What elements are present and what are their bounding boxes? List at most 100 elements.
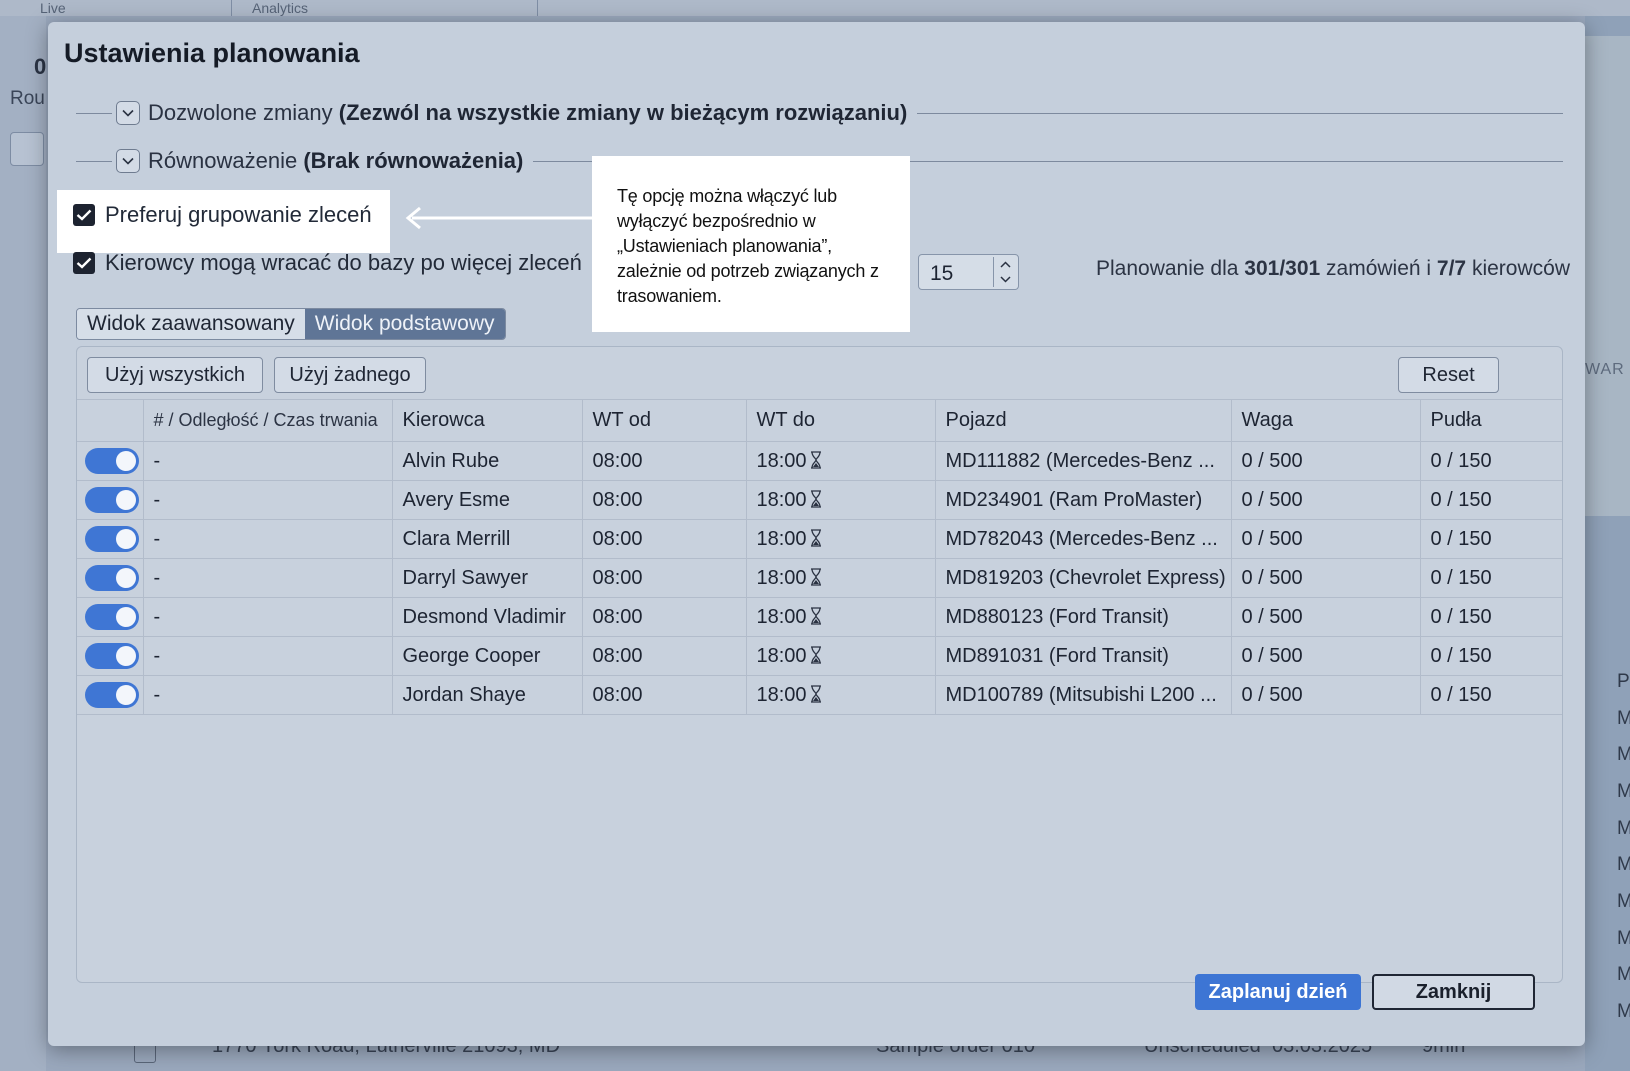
section-title: Dozwolone zmiany bbox=[148, 100, 333, 125]
plan-info-middle: zamówień i bbox=[1320, 257, 1437, 280]
boxes-cell: 0 / 150 bbox=[1419, 636, 1562, 676]
wt-to-value: 18:00 bbox=[756, 644, 807, 667]
hourglass-icon bbox=[810, 606, 821, 625]
driver-enabled-toggle[interactable] bbox=[85, 682, 139, 708]
row-toggle-cell bbox=[77, 675, 143, 715]
wt-to-value: 18:00 bbox=[756, 527, 807, 550]
background-left-panel: 0 Rou bbox=[0, 16, 46, 1071]
close-button[interactable]: Zamknij bbox=[1372, 974, 1535, 1010]
table-row: - Desmond Vladimir 08:00 18:00 MD880123 … bbox=[77, 597, 1562, 637]
wt-to-cell: 18:00 bbox=[745, 519, 935, 559]
plan-day-button[interactable]: Zaplanuj dzień bbox=[1195, 974, 1361, 1010]
row-toggle-cell bbox=[77, 519, 143, 559]
row-toggle-cell bbox=[77, 558, 143, 598]
driver-cell: Clara Merrill bbox=[391, 519, 582, 559]
vehicle-cell: MD782043 (Mercedes-Benz ... bbox=[934, 519, 1231, 559]
table-row: - George Cooper 08:00 18:00 MD891031 (Fo… bbox=[77, 636, 1562, 676]
toggle-knob bbox=[116, 685, 136, 705]
row-toggle-cell bbox=[77, 636, 143, 676]
column-header-driver[interactable]: Kierowca bbox=[391, 399, 582, 442]
wt-to-value: 18:00 bbox=[756, 566, 807, 589]
chevron-down-icon[interactable] bbox=[116, 101, 140, 125]
wt-to-value: 18:00 bbox=[756, 683, 807, 706]
toggle-knob bbox=[116, 529, 136, 549]
background-column-letter: M bbox=[1617, 928, 1630, 949]
section-allowed-changes[interactable]: Dozwolone zmiany (Zezwól na wszystkie zm… bbox=[76, 98, 1563, 128]
wt-to-cell: 18:00 bbox=[745, 675, 935, 715]
copy-icon bbox=[10, 132, 44, 166]
chevron-up-icon[interactable] bbox=[1000, 261, 1011, 268]
table-row: - Jordan Shaye 08:00 18:00 MD100789 (Mit… bbox=[77, 675, 1562, 715]
plan-info-drivers: 7/7 bbox=[1436, 257, 1467, 280]
section-divider bbox=[76, 160, 112, 162]
section-divider bbox=[917, 112, 1563, 114]
arrow-left-icon bbox=[405, 206, 594, 230]
boxes-cell: 0 / 150 bbox=[1419, 441, 1562, 481]
wt-to-cell: 18:00 bbox=[745, 558, 935, 598]
driver-enabled-toggle[interactable] bbox=[85, 565, 139, 591]
background-map-label: WAR bbox=[1585, 361, 1625, 378]
driver-enabled-toggle[interactable] bbox=[85, 604, 139, 630]
driver-enabled-toggle[interactable] bbox=[85, 526, 139, 552]
driver-cell: Darryl Sawyer bbox=[391, 558, 582, 598]
option-prefer-grouping[interactable]: Preferuj grupowanie zleceń bbox=[73, 202, 372, 228]
background-route-label: Rou bbox=[10, 88, 45, 109]
tab-basic-view[interactable]: Widok podstawowy bbox=[304, 309, 505, 339]
background-column-letter: M bbox=[1617, 744, 1630, 765]
distance-cell: - bbox=[142, 519, 392, 559]
column-header-wt-from[interactable]: WT od bbox=[581, 399, 746, 442]
use-none-button[interactable]: Użyj żadnego bbox=[274, 357, 426, 393]
hourglass-icon bbox=[810, 567, 821, 586]
background-tab-analytics: Analytics bbox=[232, 0, 538, 16]
tooltip-callout: Tę opcję można włączyć lub wyłączyć bezp… bbox=[592, 156, 910, 332]
hourglass-icon bbox=[810, 684, 821, 703]
boxes-cell: 0 / 150 bbox=[1419, 675, 1562, 715]
section-value: (Brak równoważenia) bbox=[303, 148, 524, 173]
option-return-to-depot[interactable]: Kierowcy mogą wracać do bazy po więcej z… bbox=[73, 250, 582, 276]
column-header-distance[interactable]: # / Odległość / Czas trwania bbox=[142, 399, 392, 442]
distance-cell: - bbox=[142, 558, 392, 598]
wt-from-cell: 08:00 bbox=[581, 558, 746, 598]
distance-cell: - bbox=[142, 480, 392, 520]
column-header-weight[interactable]: Waga bbox=[1230, 399, 1420, 442]
chevron-down-icon[interactable] bbox=[116, 149, 140, 173]
distance-cell: - bbox=[142, 441, 392, 481]
wt-from-cell: 08:00 bbox=[581, 441, 746, 481]
wt-from-cell: 08:00 bbox=[581, 636, 746, 676]
prefer-grouping-checkbox[interactable] bbox=[73, 204, 95, 226]
row-toggle-cell bbox=[77, 480, 143, 520]
toggle-knob bbox=[116, 646, 136, 666]
stepper-value[interactable]: 15 bbox=[930, 262, 953, 286]
plan-info-orders: 301/301 bbox=[1244, 257, 1321, 280]
driver-cell: Jordan Shaye bbox=[391, 675, 582, 715]
vehicle-cell: MD111882 (Mercedes-Benz ... bbox=[934, 441, 1231, 481]
tab-advanced-view[interactable]: Widok zaawansowany bbox=[77, 309, 305, 339]
distance-cell: - bbox=[142, 675, 392, 715]
row-toggle-cell bbox=[77, 597, 143, 637]
weight-cell: 0 / 500 bbox=[1230, 519, 1420, 559]
hourglass-icon bbox=[810, 489, 821, 508]
plan-info-suffix: kierowców bbox=[1466, 257, 1570, 280]
reload-count-stepper[interactable]: 15 bbox=[918, 254, 1019, 290]
column-header-wt-to[interactable]: WT do bbox=[745, 399, 935, 442]
vehicle-cell: MD819203 (Chevrolet Express) bbox=[934, 558, 1231, 598]
driver-enabled-toggle[interactable] bbox=[85, 448, 139, 474]
toggle-knob bbox=[116, 607, 136, 627]
chevron-down-icon[interactable] bbox=[1000, 276, 1011, 283]
column-header-vehicle[interactable]: Pojazd bbox=[934, 399, 1231, 442]
driver-cell: Avery Esme bbox=[391, 480, 582, 520]
use-all-button[interactable]: Użyj wszystkich bbox=[87, 357, 263, 393]
driver-enabled-toggle[interactable] bbox=[85, 487, 139, 513]
background-column-letter: M bbox=[1617, 1001, 1630, 1022]
weight-cell: 0 / 500 bbox=[1230, 480, 1420, 520]
return-to-depot-checkbox[interactable] bbox=[73, 252, 95, 274]
boxes-cell: 0 / 150 bbox=[1419, 597, 1562, 637]
section-value: (Zezwól na wszystkie zmiany w bieżącym r… bbox=[338, 100, 908, 125]
reset-button[interactable]: Reset bbox=[1398, 357, 1499, 393]
driver-enabled-toggle[interactable] bbox=[85, 643, 139, 669]
column-header-boxes[interactable]: Pudła bbox=[1419, 399, 1562, 442]
row-toggle-cell bbox=[77, 441, 143, 481]
wt-from-cell: 08:00 bbox=[581, 519, 746, 559]
background-column-letter: M bbox=[1617, 781, 1630, 802]
wt-from-cell: 08:00 bbox=[581, 480, 746, 520]
